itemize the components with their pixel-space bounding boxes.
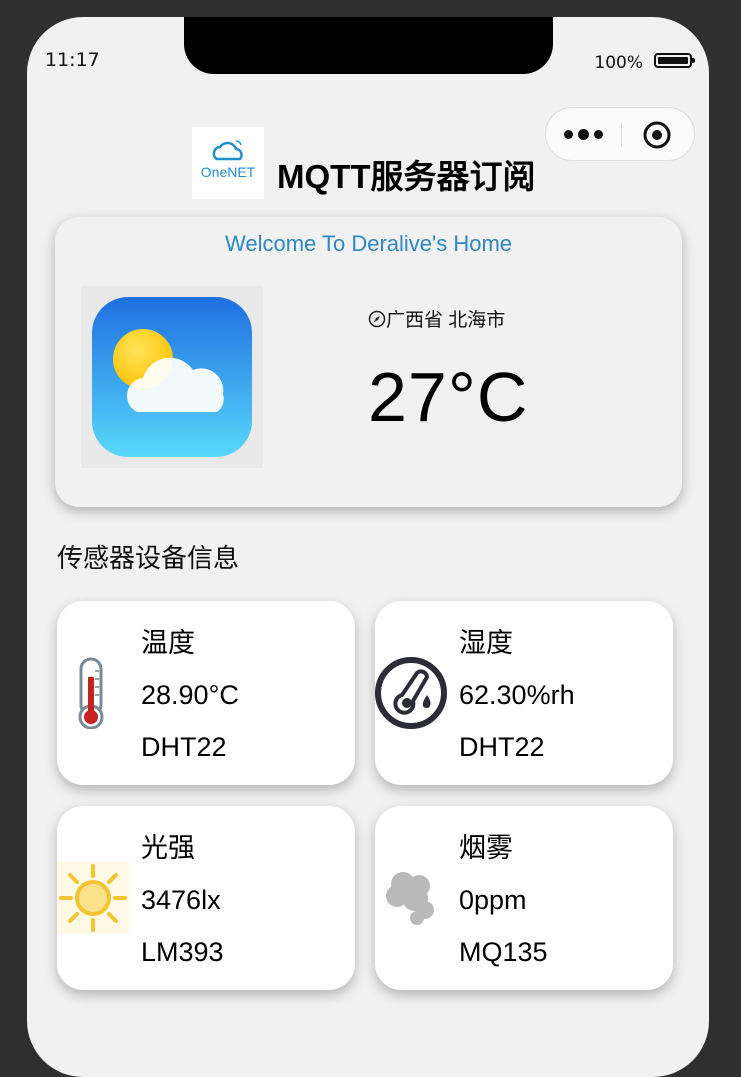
location-compass-icon (368, 310, 386, 327)
sensor-card-light[interactable]: 光强 3476lx LM393 (57, 806, 355, 990)
sun-icon (57, 862, 129, 934)
thermometer-icon (57, 657, 129, 730)
welcome-text: Welcome To Deralive's Home (224, 231, 513, 256)
weather-partly-cloudy-icon (81, 286, 263, 468)
notch (184, 17, 553, 74)
sensor-card-smoke[interactable]: 烟雾 0ppm MQ135 (375, 806, 673, 990)
smoke-icon (375, 862, 447, 934)
weather-card: Welcome To Deralive's Home 广西省 北海市 27°C (55, 217, 682, 507)
humidity-icon (375, 657, 447, 729)
sensor-value: 62.30%rh (459, 680, 575, 710)
battery-percent: 100% (594, 53, 643, 73)
sensor-name: 湿度 (459, 628, 513, 658)
logo-text: OneNET (201, 164, 256, 180)
mini-program-capsule (545, 107, 695, 161)
sensor-value: 0ppm (459, 885, 527, 915)
sensor-device: DHT22 (459, 732, 545, 762)
sensor-device: DHT22 (141, 732, 227, 762)
close-target-icon[interactable] (642, 120, 672, 150)
sensor-card-temperature[interactable]: 温度 28.90°C DHT22 (57, 601, 355, 785)
current-temperature: 27°C (368, 358, 529, 436)
phone-screen: 11:17 100% OneNET MQTT服务器订阅 Welcome To D… (27, 17, 709, 1077)
sensor-name: 光强 (141, 833, 195, 863)
onenet-logo: OneNET (192, 127, 264, 199)
location: 广西省 北海市 (368, 305, 505, 332)
section-title: 传感器设备信息 (57, 543, 240, 573)
sensor-device: MQ135 (459, 937, 548, 967)
sensor-device: LM393 (141, 937, 224, 967)
sensor-name: 温度 (141, 628, 195, 658)
status-time: 11:17 (45, 49, 100, 71)
sensor-value: 28.90°C (141, 680, 239, 710)
location-text: 广西省 北海市 (386, 310, 506, 331)
sensor-name: 烟雾 (459, 833, 513, 863)
sensor-value: 3476lx (141, 885, 221, 915)
more-menu-icon[interactable] (564, 125, 608, 143)
page-title: MQTT服务器订阅 (277, 158, 536, 195)
capsule-divider (621, 123, 622, 147)
battery-icon (654, 53, 695, 68)
sensor-card-humidity[interactable]: 湿度 62.30%rh DHT22 (375, 601, 673, 785)
